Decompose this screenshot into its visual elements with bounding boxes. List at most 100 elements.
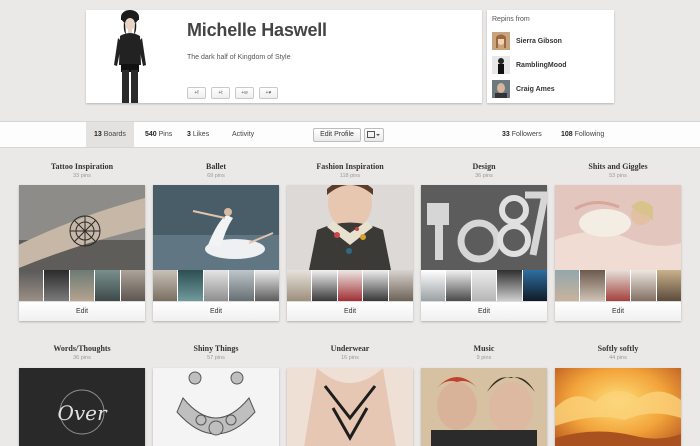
board-pin-count: 69 pins [207, 173, 225, 179]
board-cover-image[interactable] [421, 185, 547, 270]
profile-avatar[interactable] [110, 10, 150, 103]
board-title[interactable]: Design [421, 162, 547, 171]
board-title[interactable]: Fashion Inspiration [287, 162, 413, 171]
board-thumbnails [555, 270, 681, 301]
board-cover-image[interactable] [421, 368, 547, 446]
user-avatar [492, 80, 510, 98]
layout-toggle-button[interactable] [364, 128, 384, 142]
tab-activity[interactable]: Activity [232, 122, 254, 147]
board-cover-image[interactable]: Over [19, 368, 145, 446]
board-pin-count: 57 pins [207, 355, 225, 361]
board-pin-count: 9 pins [476, 355, 492, 361]
repins-title: Repins from [492, 16, 530, 23]
board-cover-image[interactable] [287, 185, 413, 270]
edit-profile-button[interactable]: Edit Profile [313, 128, 361, 142]
board-thumbnail[interactable] [178, 270, 203, 301]
twitter-button[interactable]: +t [211, 87, 230, 99]
board-cover-image[interactable] [555, 368, 681, 446]
board-card[interactable] [287, 368, 413, 446]
board-card[interactable]: Edit [19, 185, 145, 321]
board-card[interactable]: Edit [153, 185, 279, 321]
board-thumbnails [287, 270, 413, 301]
repin-user-name: Sierra Gibson [516, 37, 562, 45]
tab-boards[interactable]: 13 Boards [86, 122, 134, 147]
board-title[interactable]: Ballet [153, 162, 279, 171]
board-thumbnails [19, 270, 145, 301]
board-edit-button[interactable]: Edit [421, 301, 547, 321]
board-thumbnail[interactable] [44, 270, 69, 301]
pins-label: Pins [158, 131, 173, 138]
location-button[interactable]: +♥ [259, 87, 278, 99]
repins-from-card: Repins from Sierra Gibson RamblingMood C… [487, 10, 614, 103]
board-thumbnail[interactable] [421, 270, 446, 301]
board-edit-button[interactable]: Edit [19, 301, 145, 321]
board-thumbnail[interactable] [203, 270, 229, 301]
board-thumbnail[interactable] [446, 270, 471, 301]
board-cover-image[interactable] [19, 185, 145, 270]
board-thumbnail[interactable] [312, 270, 337, 301]
board-thumbnail[interactable] [363, 270, 388, 301]
board-pin-count: 33 pins [73, 173, 91, 179]
board-thumbnail[interactable] [388, 270, 413, 301]
following-count: 108 [561, 131, 573, 138]
board-thumbnail[interactable] [120, 270, 145, 301]
board-card[interactable]: Over [19, 368, 145, 446]
board-thumbnail[interactable] [631, 270, 656, 301]
user-avatar [492, 56, 510, 74]
board-thumbnail[interactable] [605, 270, 631, 301]
board-cover-image[interactable] [555, 185, 681, 270]
board-cover-image[interactable] [153, 185, 279, 270]
board-cover-image[interactable] [287, 368, 413, 446]
board-thumbnail[interactable] [555, 270, 580, 301]
board-thumbnail[interactable] [153, 270, 178, 301]
board-title[interactable]: Underwear [287, 344, 413, 353]
profile-card: Michelle Haswell The dark half of Kingdo… [86, 10, 482, 103]
board-pin-count: 16 pins [341, 355, 359, 361]
board-card[interactable] [153, 368, 279, 446]
board-card[interactable] [555, 368, 681, 446]
board-thumbnail[interactable] [656, 270, 681, 301]
board-thumbnail[interactable] [254, 270, 279, 301]
board-thumbnail[interactable] [580, 270, 605, 301]
board-title[interactable]: Words/Thoughts [19, 344, 145, 353]
repin-user[interactable]: Craig Ames [492, 80, 612, 98]
repin-user[interactable]: Sierra Gibson [492, 32, 612, 50]
tab-pins[interactable]: 540 Pins [145, 122, 172, 147]
tab-likes[interactable]: 3 Likes [187, 122, 209, 147]
board-thumbnail[interactable] [19, 270, 44, 301]
likes-label: Likes [192, 131, 210, 138]
board-title[interactable]: Shiny Things [153, 344, 279, 353]
board-thumbnail[interactable] [522, 270, 547, 301]
board-title[interactable]: Music [421, 344, 547, 353]
social-buttons: +f +t +w +♥ [187, 87, 278, 99]
board-thumbnail[interactable] [337, 270, 363, 301]
board-title[interactable]: Softly softly [555, 344, 681, 353]
boards-label: Boards [103, 131, 126, 138]
board-thumbnail[interactable] [69, 270, 95, 301]
facebook-button[interactable]: +f [187, 87, 206, 99]
board-thumbnails [153, 270, 279, 301]
likes-count: 3 [187, 131, 191, 138]
board-card[interactable] [421, 368, 547, 446]
board-thumbnail[interactable] [229, 270, 254, 301]
board-title[interactable]: Tattoo Inspiration [19, 162, 145, 171]
board-thumbnail[interactable] [95, 270, 120, 301]
board-card[interactable]: Edit [287, 185, 413, 321]
tab-following[interactable]: 108 Following [561, 122, 604, 147]
board-edit-button[interactable]: Edit [287, 301, 413, 321]
repin-user[interactable]: RamblingMood [492, 56, 612, 74]
svg-text:Over: Over [57, 401, 108, 425]
board-cover-image[interactable] [153, 368, 279, 446]
board-edit-button[interactable]: Edit [555, 301, 681, 321]
board-edit-button[interactable]: Edit [153, 301, 279, 321]
tab-followers[interactable]: 33 Followers [502, 122, 542, 147]
board-thumbnail[interactable] [287, 270, 312, 301]
website-button[interactable]: +w [235, 87, 254, 99]
board-card[interactable]: Edit [555, 185, 681, 321]
layout-grid-icon [367, 131, 380, 138]
board-thumbnail[interactable] [471, 270, 497, 301]
board-thumbnail[interactable] [497, 270, 522, 301]
profile-about: The dark half of Kingdom of Style [187, 54, 291, 61]
board-title[interactable]: Shits and Giggles [555, 162, 681, 171]
board-card[interactable]: Edit [421, 185, 547, 321]
